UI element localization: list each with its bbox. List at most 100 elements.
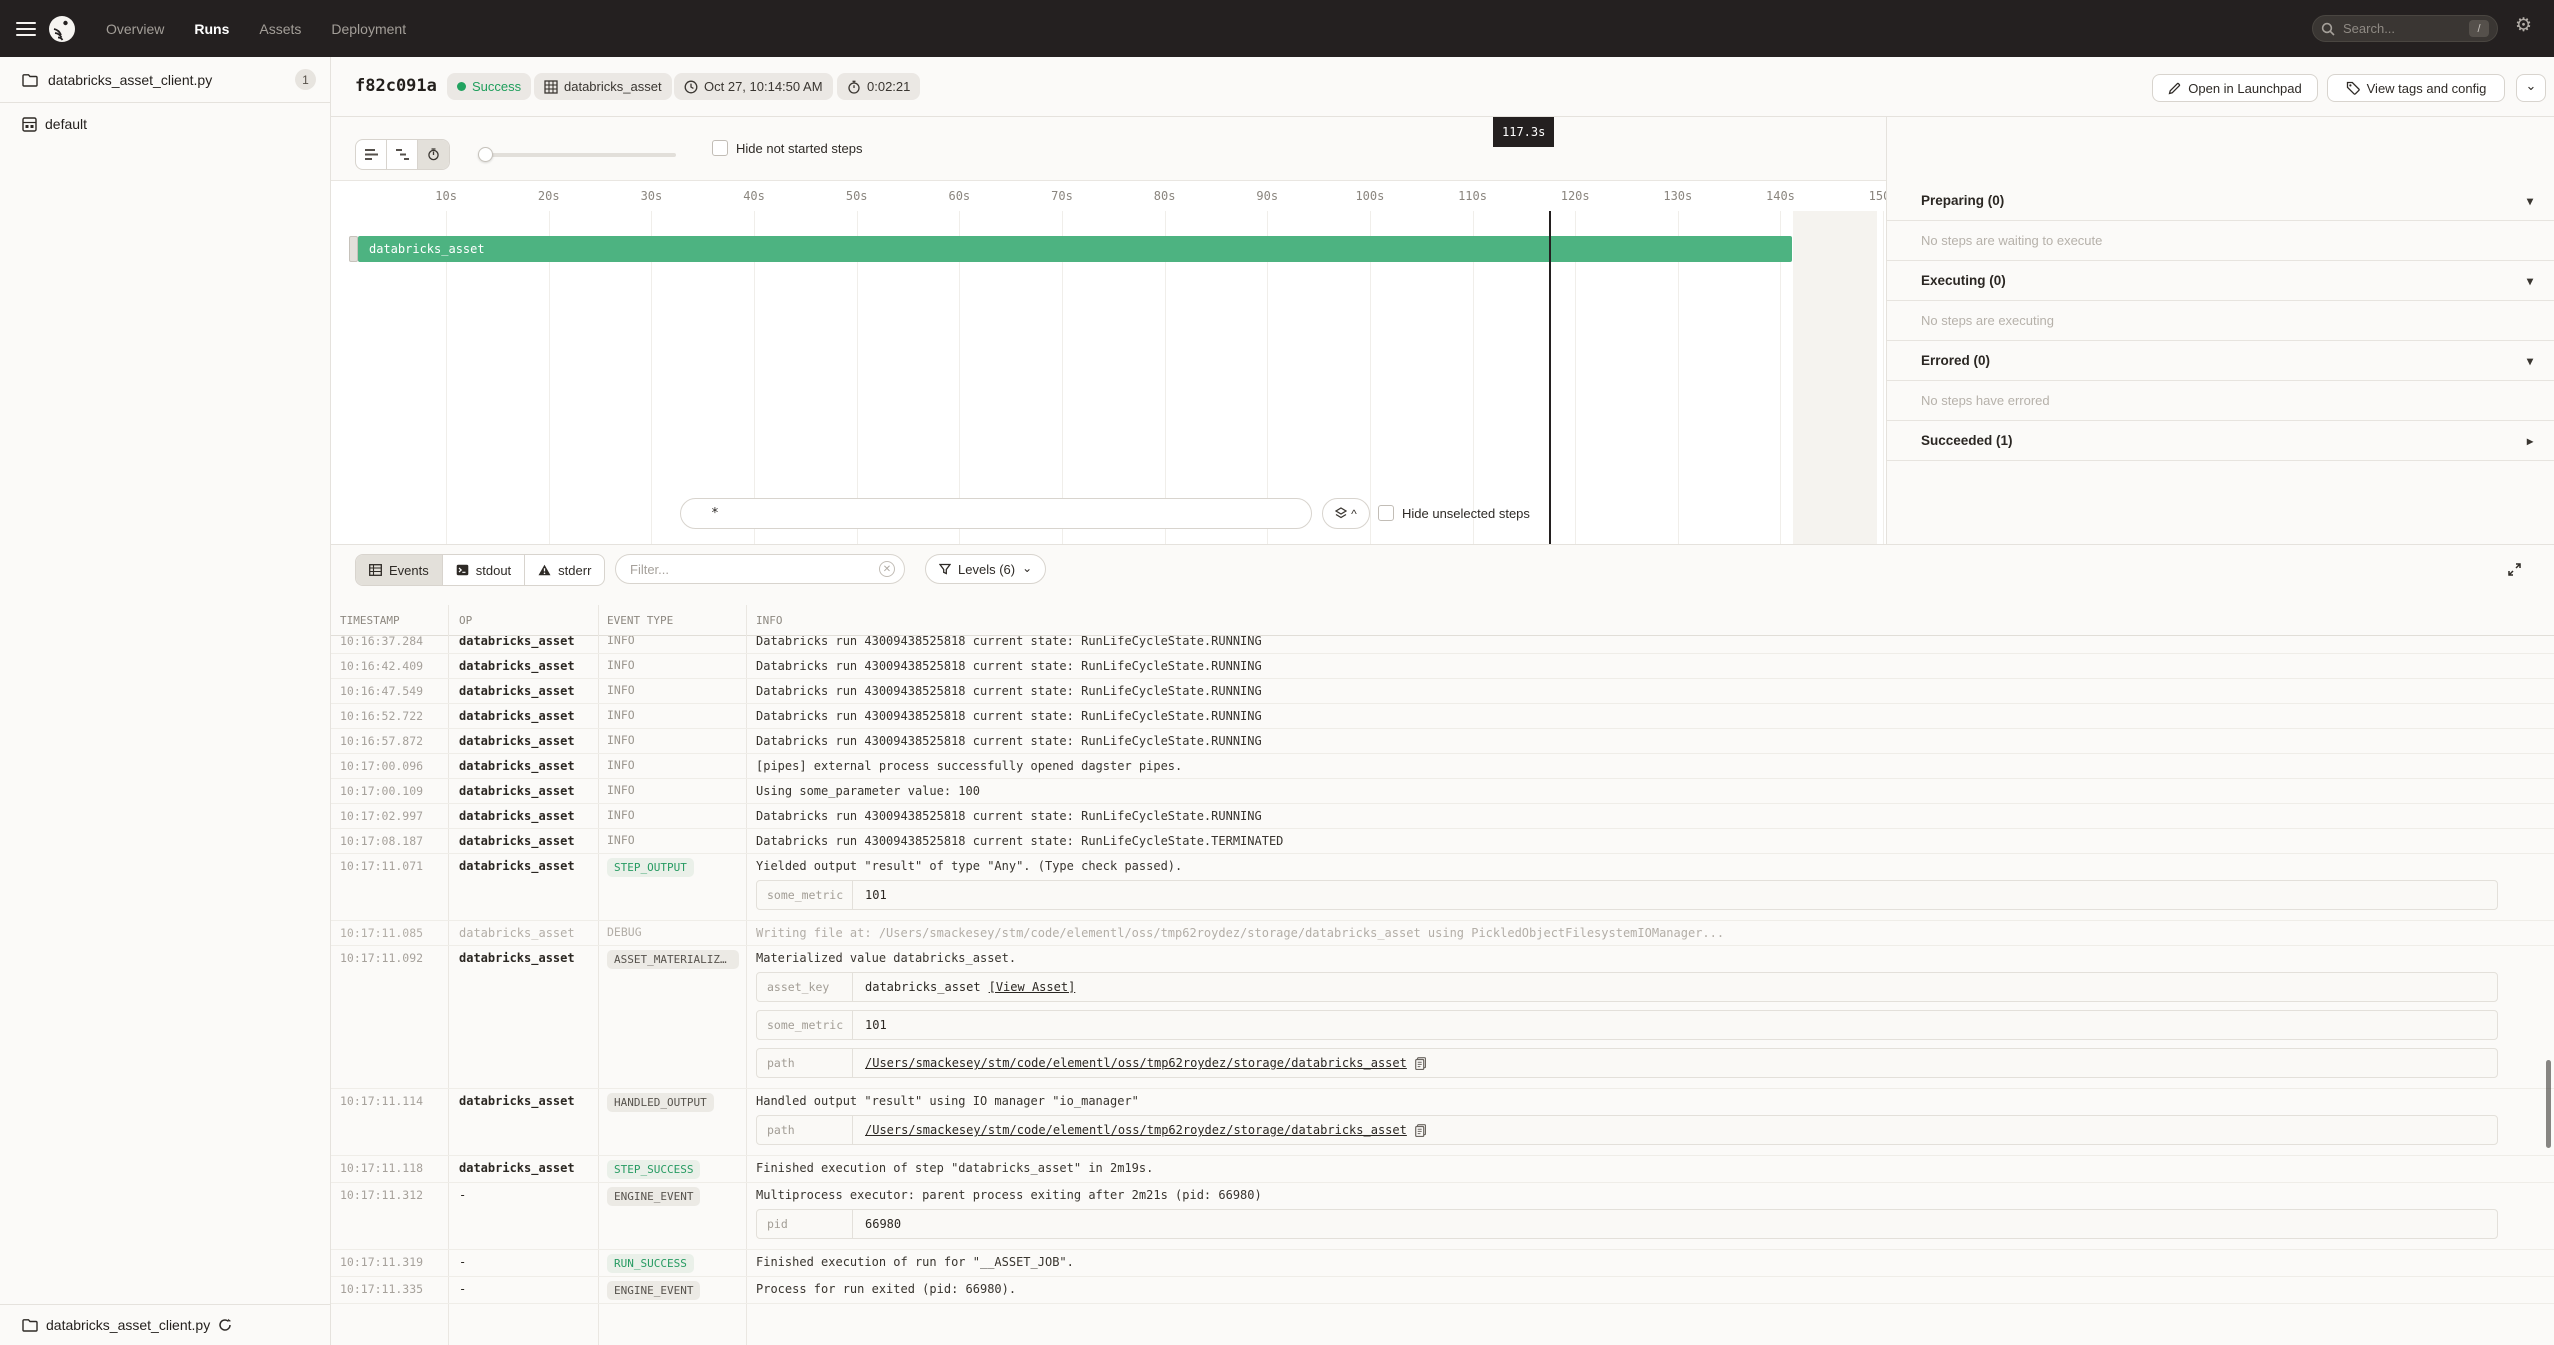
clear-filter-icon[interactable]: ✕ [879,561,895,577]
log-filter-input[interactable] [615,554,905,584]
metadata-value: 66980 [853,1217,901,1231]
copy-icon[interactable] [1415,1057,1426,1070]
job-tag[interactable]: databricks_asset [534,73,672,100]
log-info: Handled output "result" using IO manager… [747,1089,2554,1149]
scrollbar-thumb[interactable] [2546,1060,2551,1148]
log-info-text: Process for run exited (pid: 66980). [756,1282,2524,1296]
log-timestamp: 10:16:37.284 [331,636,449,653]
nav-runs[interactable]: Runs [194,21,229,37]
log-row[interactable]: 10:17:08.187databricks_assetINFODatabric… [331,829,2554,854]
success-dot-icon [457,82,466,91]
log-event-type: HANDLED_OUTPUT [599,1089,747,1149]
hide-not-started-checkbox[interactable] [712,140,728,156]
ruler-tick: 140s [1766,189,1795,203]
log-row[interactable]: 10:17:11.114databricks_assetHANDLED_OUTP… [331,1089,2554,1156]
zoom-slider-thumb[interactable] [478,147,493,162]
log-row[interactable]: 10:17:11.335-ENGINE_EVENTProcess for run… [331,1277,2554,1304]
timed-view-icon[interactable] [418,140,449,169]
gear-icon[interactable] [2515,16,2532,35]
hide-unselected-checkbox[interactable] [1378,505,1394,521]
reload-icon[interactable] [218,1318,232,1332]
zoom-slider[interactable] [480,153,676,157]
log-row[interactable]: 10:16:47.549databricks_assetINFODatabric… [331,679,2554,704]
log-info-text: Databricks run 43009438525818 current st… [756,734,2524,748]
flat-view-icon[interactable] [356,140,387,169]
log-op: databricks_asset [449,779,599,803]
dagster-logo-icon[interactable] [48,15,76,43]
panel-section-title: Succeeded (1) [1921,433,2013,448]
metadata-path-link[interactable]: /Users/smackesey/stm/code/elementl/oss/t… [865,1123,1407,1137]
gantt-bar-databricks-asset[interactable]: databricks_asset [358,236,1792,262]
panel-section-header[interactable]: Errored (0) [1887,341,2554,381]
log-row[interactable]: 10:17:00.109databricks_assetINFOUsing so… [331,779,2554,804]
ruler-tick: 150s [1869,189,1886,203]
sidebar-item-code-location[interactable]: databricks_asset_client.py 1 [0,57,330,103]
metadata-path-link[interactable]: /Users/smackesey/stm/code/elementl/oss/t… [865,1056,1407,1070]
levels-dropdown[interactable]: Levels (6) [925,554,1046,584]
hide-unselected-label: Hide unselected steps [1402,506,1530,521]
expand-log-button[interactable] [2500,555,2528,583]
metadata-entry: some_metric101 [756,1010,2498,1040]
open-in-launchpad-button[interactable]: Open in Launchpad [2152,74,2318,102]
view-tags-config-button[interactable]: View tags and config [2327,74,2505,102]
global-search[interactable]: Search... / [2312,15,2498,42]
panel-section-header[interactable]: Executing (0) [1887,261,2554,301]
log-timestamp: 10:16:42.409 [331,654,449,678]
log-row[interactable]: 10:16:42.409databricks_assetINFODatabric… [331,654,2554,679]
nav-overview[interactable]: Overview [106,21,164,37]
log-row[interactable]: 10:17:11.118databricks_assetSTEP_SUCCESS… [331,1156,2554,1183]
event-type-badge: ASSET_MATERIALIZAT… [607,950,739,969]
metadata-value: /Users/smackesey/stm/code/elementl/oss/t… [853,1056,1426,1070]
log-info-text: Databricks run 43009438525818 current st… [756,709,2524,723]
log-info: Materialized value databricks_asset.asse… [747,946,2554,1082]
tab-stderr[interactable]: stderr [525,555,604,585]
log-info-text: Materialized value databricks_asset. [756,951,2524,965]
gridline [1883,211,1884,544]
tab-events[interactable]: Events [356,555,443,585]
log-info: Finished execution of step "databricks_a… [747,1156,2554,1182]
chevron-down-icon [1022,562,1032,577]
run-more-actions-button[interactable] [2516,74,2546,102]
gantt-bar-handle[interactable] [349,236,358,262]
log-scroll-area[interactable]: 10:16:37.284databricks_assetINFODatabric… [331,636,2554,1345]
waterfall-view-icon[interactable] [387,140,418,169]
grid-icon [544,80,558,94]
nav-deployment[interactable]: Deployment [331,21,406,37]
sidebar-item-job-default[interactable]: default [0,103,330,145]
log-row[interactable]: 10:16:37.284databricks_assetINFODatabric… [331,636,2554,654]
log-timestamp: 10:17:11.071 [331,854,449,914]
tab-stdout[interactable]: stdout [443,555,525,585]
log-op: databricks_asset [449,729,599,753]
log-row[interactable]: 10:17:11.071databricks_assetSTEP_OUTPUTY… [331,854,2554,921]
log-op: databricks_asset [449,1156,599,1182]
step-selector-input[interactable] [680,498,1312,529]
copy-icon[interactable] [1415,1124,1426,1137]
panel-section-header[interactable]: Succeeded (1) [1887,421,2554,461]
run-id: f82c091a [355,76,437,96]
log-row[interactable]: 10:17:00.096databricks_assetINFO[pipes] … [331,754,2554,779]
log-timestamp: 10:17:11.114 [331,1089,449,1149]
log-info: Databricks run 43009438525818 current st… [747,804,2554,828]
log-row[interactable]: 10:17:02.997databricks_assetINFODatabric… [331,804,2554,829]
nav-assets[interactable]: Assets [259,21,301,37]
metadata-key: asset_key [757,973,853,1001]
log-row[interactable]: 10:17:11.085databricks_assetDEBUGWriting… [331,921,2554,946]
log-info: Databricks run 43009438525818 current st… [747,679,2554,703]
log-row[interactable]: 10:16:52.722databricks_assetINFODatabric… [331,704,2554,729]
log-info: Writing file at: /Users/smackesey/stm/co… [747,921,2554,945]
log-op: databricks_asset [449,1089,599,1149]
hide-not-started-label: Hide not started steps [736,141,862,156]
log-row[interactable]: 10:17:11.092databricks_assetASSET_MATERI… [331,946,2554,1089]
gantt-view-mode-segment [355,139,450,170]
log-row[interactable]: 10:17:11.319-RUN_SUCCESSFinished executi… [331,1250,2554,1277]
log-info: Databricks run 43009438525818 current st… [747,829,2554,853]
log-row[interactable]: 10:17:11.312-ENGINE_EVENTMultiprocess ex… [331,1183,2554,1250]
status-badge: Success [447,73,531,100]
apply-selection-button[interactable]: ^ [1322,498,1370,529]
hamburger-menu-icon[interactable] [16,22,36,36]
log-op: databricks_asset [449,679,599,703]
panel-section-header[interactable]: Preparing (0) [1887,181,2554,221]
view-asset-link[interactable]: [View Asset] [989,980,1076,994]
log-row[interactable]: 10:16:57.872databricks_assetINFODatabric… [331,729,2554,754]
log-op: - [449,1250,599,1276]
